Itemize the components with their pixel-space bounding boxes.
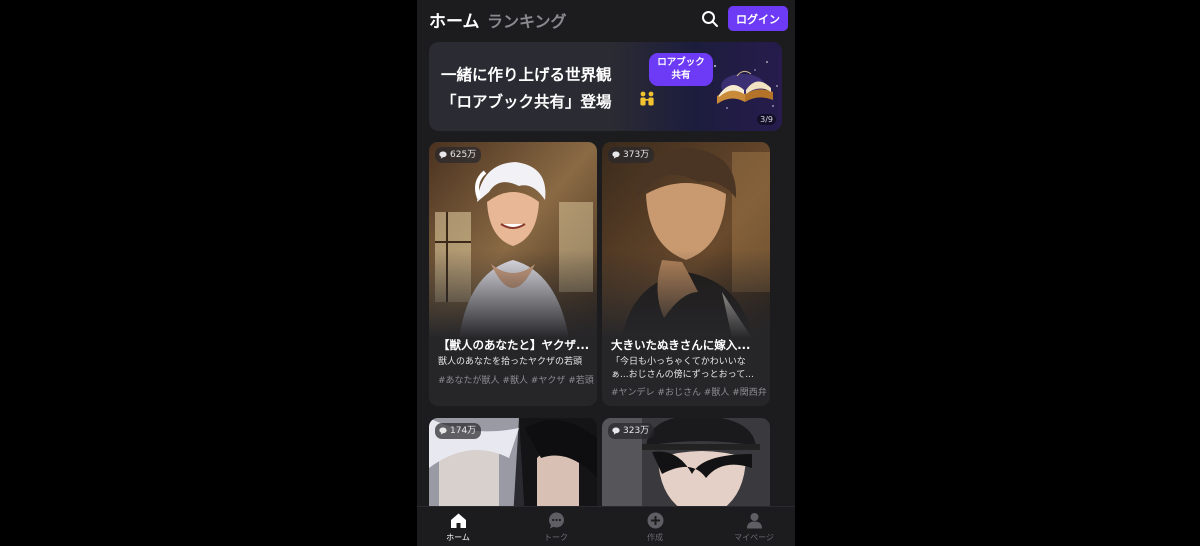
home-icon xyxy=(450,513,466,528)
badge-line-2: 共有 xyxy=(671,70,691,81)
two-people-icon xyxy=(640,91,654,106)
chat-count-badge: 174万 xyxy=(435,423,482,439)
banner-subheadline: 「ロアブック共有」登場 xyxy=(441,93,612,111)
card-title: 【獣人のあなたと】ヤクザ... xyxy=(438,338,590,352)
card-tags: #あなたが獣人 #獣人 #ヤクザ #若頭 xyxy=(438,376,594,386)
nav-label: マイページ xyxy=(734,533,774,542)
nav-label: トーク xyxy=(544,533,568,542)
open-book-illustration xyxy=(714,61,778,109)
description-line-2: ぁ...おじさんの傍にずっとおって... xyxy=(611,370,754,380)
speech-bubble-icon xyxy=(612,427,620,435)
character-image xyxy=(429,142,597,338)
chat-count: 323万 xyxy=(623,426,650,436)
plus-circle-icon xyxy=(647,512,663,529)
promo-banner[interactable]: 一緒に作り上げる世界観 「ロアブック共有」登場 ロアブック 共有 3/9 xyxy=(429,42,782,131)
chat-count: 373万 xyxy=(623,150,650,160)
banner-headline: 一緒に作り上げる世界観 xyxy=(441,66,612,84)
speech-bubble-icon xyxy=(439,151,447,159)
chat-count-badge: 323万 xyxy=(608,423,655,439)
character-card[interactable]: 625万 【獣人のあなたと】ヤクザ... 獣人のあなたを拾ったヤクザの若頭 #あ… xyxy=(429,142,597,406)
speech-bubble-icon xyxy=(439,427,447,435)
banner-page-counter: 3/9 xyxy=(757,114,776,125)
chat-count: 174万 xyxy=(450,426,477,436)
speech-bubble-icon xyxy=(612,151,620,159)
description-line-1: 「今日も小っちゃくてかわいいな xyxy=(611,357,746,367)
nav-label: 作成 xyxy=(647,533,663,542)
search-icon[interactable] xyxy=(701,10,719,28)
app-screen: ホーム ランキング ログイン 一緒に作り上げる世界観 「ロアブック共有」登場 ロ… xyxy=(417,0,795,546)
character-card[interactable]: 323万 xyxy=(602,418,770,518)
nav-item-talk[interactable]: トーク xyxy=(521,512,591,543)
nav-item-mypage[interactable]: マイページ xyxy=(719,512,789,543)
badge-line-1: ロアブック xyxy=(657,57,705,68)
login-button[interactable]: ログイン xyxy=(728,6,788,31)
tab-home[interactable]: ホーム xyxy=(429,7,480,32)
card-title: 大きいたぬきさんに嫁入... xyxy=(611,338,751,352)
character-card[interactable]: 174万 xyxy=(429,418,597,518)
chat-count-badge: 373万 xyxy=(608,147,655,163)
bottom-nav: ホーム トーク 作成 マイページ xyxy=(417,506,795,546)
tab-ranking[interactable]: ランキング xyxy=(487,8,567,32)
chat-count: 625万 xyxy=(450,150,477,160)
banner-badge: ロアブック 共有 xyxy=(649,53,713,86)
top-header: ホーム ランキング ログイン xyxy=(417,0,795,38)
nav-item-home[interactable]: ホーム xyxy=(423,512,493,543)
nav-item-create[interactable]: 作成 xyxy=(620,512,690,543)
user-icon xyxy=(746,513,762,529)
chat-icon xyxy=(548,512,564,529)
character-image xyxy=(602,142,770,338)
card-description: 獣人のあなたを拾ったヤクザの若頭 xyxy=(438,357,583,367)
card-tags: #ヤンデレ #おじさん #獣人 #関西弁 xyxy=(611,388,767,398)
character-card[interactable]: 373万 大きいたぬきさんに嫁入... 「今日も小っちゃくてかわいいな ぁ...… xyxy=(602,142,770,406)
chat-count-badge: 625万 xyxy=(435,147,482,163)
nav-label: ホーム xyxy=(446,533,470,542)
card-description: 「今日も小っちゃくてかわいいな ぁ...おじさんの傍にずっとおって... xyxy=(611,356,765,382)
